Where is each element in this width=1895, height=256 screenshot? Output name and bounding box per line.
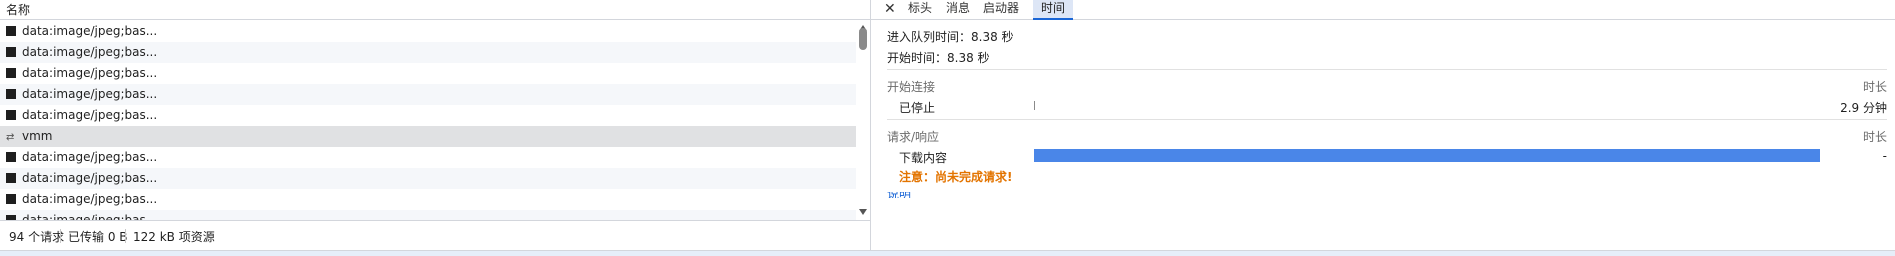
bottom-drawer-edge: [0, 250, 1895, 256]
request-name: data:image/jpeg;bas...: [22, 150, 158, 164]
request-name: data:image/jpeg;bas...: [22, 213, 158, 220]
connection-duration-header: 时长: [1862, 80, 1887, 94]
list-scrollbar[interactable]: [856, 21, 870, 220]
transferred-size: 已传输 0 B: [68, 230, 128, 244]
request-name: data:image/jpeg;bas...: [22, 66, 158, 80]
fetch-arrows-icon: ⇄: [6, 132, 15, 143]
scroll-down-arrow-icon[interactable]: [859, 209, 867, 215]
detail-tab-bar: ✕ 标头 消息 启动器 时间: [871, 0, 1895, 20]
started-time: 开始时间：8.38 秒: [887, 51, 990, 65]
stalled-bar: [1034, 101, 1035, 110]
tab-headers[interactable]: 标头: [908, 0, 932, 20]
resource-size: 122 kB 项资源: [133, 230, 215, 244]
status-bar: 94 个请求 已传输 0 B 122 kB 项资源: [0, 220, 870, 250]
image-file-icon: [6, 173, 16, 183]
request-row[interactable]: data:image/jpeg;bas...: [0, 105, 856, 126]
name-column-header[interactable]: 名称: [6, 1, 30, 18]
status-divider: [125, 229, 126, 243]
download-label: 下载内容: [899, 151, 948, 165]
request-row[interactable]: ⇄ vmm: [0, 126, 856, 147]
timing-panel: ✕ 标头 消息 启动器 时间 进入队列时间：8.38 秒 开始时间：8.38 秒…: [871, 0, 1895, 256]
request-duration-header: 时长: [1862, 130, 1887, 144]
connection-section-title: 开始连接: [887, 80, 936, 94]
request-row[interactable]: data:image/jpeg;bas...: [0, 168, 856, 189]
list-header[interactable]: 名称: [0, 0, 870, 20]
image-file-icon: [6, 194, 16, 204]
request-rows: data:image/jpeg;bas... data:image/jpeg;ba…: [0, 21, 856, 220]
request-name: data:image/jpeg;bas...: [22, 45, 158, 59]
request-section-title: 请求/响应: [887, 130, 940, 144]
divider: [887, 119, 1887, 120]
tab-timing[interactable]: 时间: [1033, 0, 1074, 20]
request-name: data:image/jpeg;bas...: [22, 192, 158, 206]
image-file-icon: [6, 152, 16, 162]
explanation-link-clip: 说明: [887, 192, 917, 198]
stalled-duration: 2.9 分钟: [1840, 101, 1887, 115]
divider: [887, 69, 1887, 70]
close-icon[interactable]: ✕: [884, 0, 896, 18]
request-list-panel: 名称 data:image/jpeg;bas... data:image/jpeg…: [0, 0, 870, 256]
request-name: data:image/jpeg;bas...: [22, 24, 158, 38]
image-file-icon: [6, 26, 16, 36]
queued-time: 进入队列时间：8.38 秒: [887, 30, 1014, 44]
image-file-icon: [6, 68, 16, 78]
request-name: data:image/jpeg;bas...: [22, 171, 158, 185]
download-duration: -: [1882, 149, 1887, 163]
scroll-thumb[interactable]: [859, 28, 867, 50]
explanation-link[interactable]: 说明: [887, 192, 911, 198]
image-file-icon: [6, 47, 16, 57]
request-row[interactable]: data:image/jpeg;bas...: [0, 84, 856, 105]
request-row[interactable]: data:image/jpeg;bas...: [0, 63, 856, 84]
stalled-label: 已停止: [899, 101, 936, 115]
image-file-icon: [6, 110, 16, 120]
incomplete-request-warning: 注意：尚未完成请求!: [899, 170, 1013, 184]
request-name: vmm: [22, 129, 53, 143]
request-row[interactable]: data:image/jpeg;bas...: [0, 21, 856, 42]
request-row[interactable]: data:image/jpeg;bas...: [0, 210, 856, 220]
request-row[interactable]: data:image/jpeg;bas...: [0, 189, 856, 210]
tab-initiator[interactable]: 启动器: [983, 0, 1019, 20]
request-count: 94 个请求: [9, 230, 65, 244]
download-bar: [1034, 149, 1820, 162]
status-divider: [60, 229, 61, 243]
image-file-icon: [6, 89, 16, 99]
request-name: data:image/jpeg;bas...: [22, 87, 158, 101]
request-name: data:image/jpeg;bas...: [22, 108, 158, 122]
request-row[interactable]: data:image/jpeg;bas...: [0, 42, 856, 63]
request-row[interactable]: data:image/jpeg;bas...: [0, 147, 856, 168]
tab-messages[interactable]: 消息: [946, 0, 970, 20]
